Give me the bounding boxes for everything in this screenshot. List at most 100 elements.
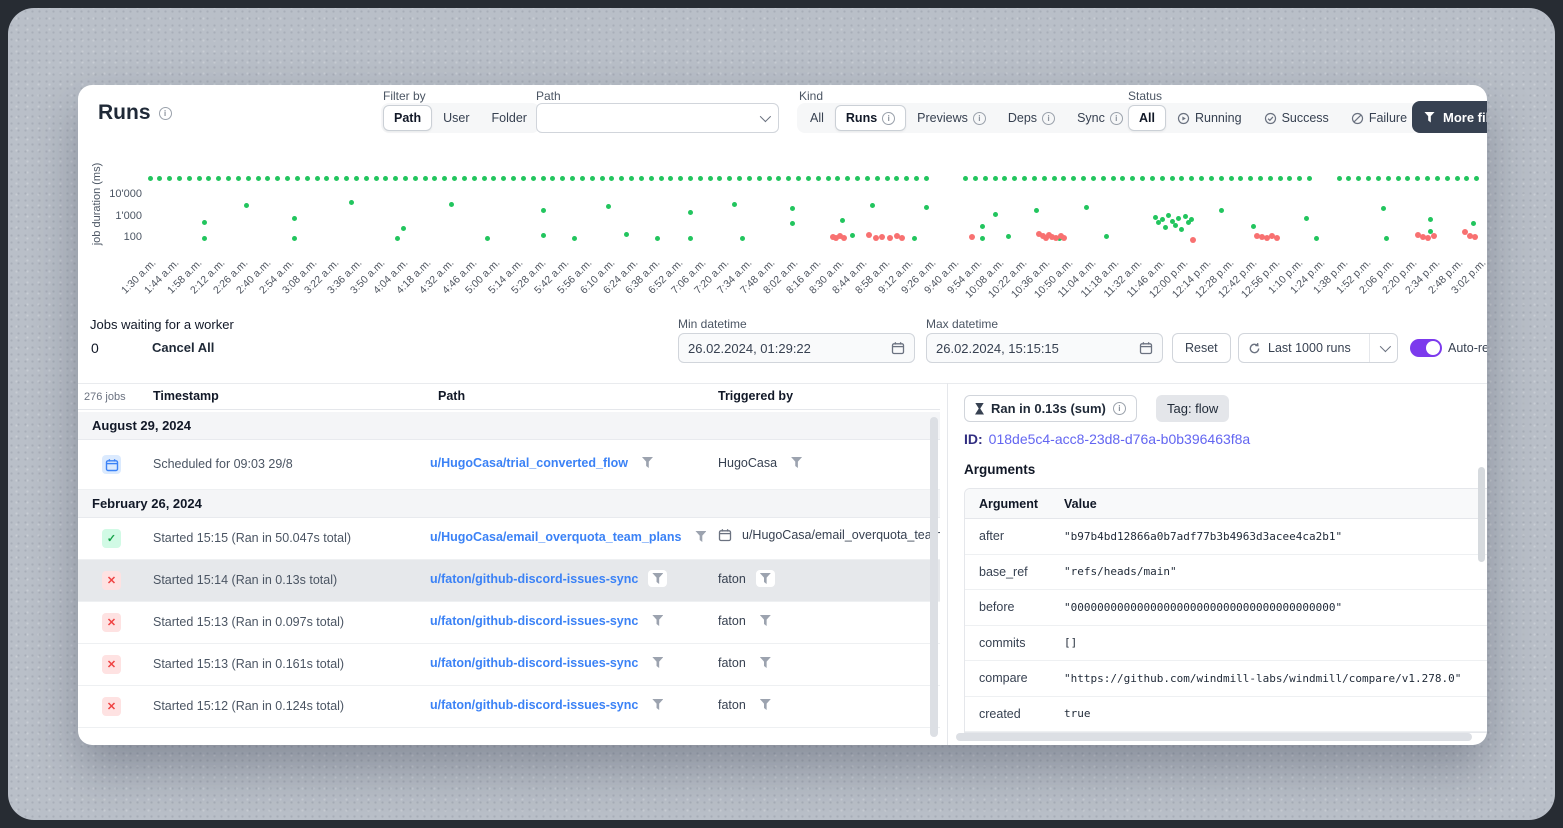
run-dot-success[interactable] <box>757 176 762 181</box>
run-dot-success[interactable] <box>449 202 454 207</box>
run-dot-success[interactable] <box>1386 176 1391 181</box>
run-dot-success[interactable] <box>1435 176 1440 181</box>
run-dot-success[interactable] <box>1219 176 1224 181</box>
run-dot-success[interactable] <box>1251 224 1256 229</box>
run-dot-success[interactable] <box>870 203 875 208</box>
run-dot-success[interactable] <box>649 176 654 181</box>
run-dot-success[interactable] <box>364 176 369 181</box>
triggered-by-filter-button[interactable] <box>756 570 775 587</box>
run-dot-success[interactable] <box>1101 176 1106 181</box>
run-dot-success[interactable] <box>786 176 791 181</box>
run-dot-success[interactable] <box>1183 214 1188 219</box>
run-dot-success[interactable] <box>767 176 772 181</box>
run-dot-success[interactable] <box>717 176 722 181</box>
run-dot-success[interactable] <box>1396 176 1401 181</box>
triggered-by-filter-button[interactable] <box>756 654 775 671</box>
run-dot-failure[interactable] <box>1274 235 1280 241</box>
run-dot-success[interactable] <box>413 176 418 181</box>
run-dot-success[interactable] <box>572 236 577 241</box>
run-dot-success[interactable] <box>1445 176 1450 181</box>
run-dot-failure[interactable] <box>1425 235 1431 241</box>
run-dot-success[interactable] <box>202 220 207 225</box>
run-dot-success[interactable] <box>796 176 801 181</box>
run-dot-success[interactable] <box>1042 176 1047 181</box>
run-dot-success[interactable] <box>1160 176 1165 181</box>
filter-by-folder[interactable]: Folder <box>481 105 538 131</box>
run-dot-success[interactable] <box>1163 225 1168 230</box>
kind-runs[interactable]: Runs <box>835 105 906 131</box>
run-dot-success[interactable] <box>482 176 487 181</box>
info-icon[interactable] <box>1042 112 1055 125</box>
run-dot-success[interactable] <box>924 205 929 210</box>
run-dot-success[interactable] <box>600 176 605 181</box>
run-dot-success[interactable] <box>423 176 428 181</box>
kind-all[interactable]: All <box>799 105 835 131</box>
path-filter-button[interactable] <box>691 528 710 545</box>
run-dot-success[interactable] <box>875 176 880 181</box>
run-dot-success[interactable] <box>790 206 795 211</box>
run-dot-failure[interactable] <box>1190 237 1196 243</box>
run-dot-success[interactable] <box>541 176 546 181</box>
run-dot-success[interactable] <box>197 176 202 181</box>
path-link[interactable]: u/faton/github-discord-issues-sync <box>430 572 638 586</box>
run-dot-failure[interactable] <box>841 235 847 241</box>
run-dot-failure[interactable] <box>879 234 885 240</box>
info-icon[interactable] <box>882 112 895 125</box>
run-dot-success[interactable] <box>590 176 595 181</box>
run-dot-success[interactable] <box>1176 216 1181 221</box>
run-dot-success[interactable] <box>885 176 890 181</box>
path-filter-button[interactable] <box>648 570 667 587</box>
title-info-icon[interactable] <box>159 107 172 120</box>
run-dot-success[interactable] <box>1304 216 1309 221</box>
triggered-by-filter-button[interactable] <box>756 612 775 629</box>
run-dot-success[interactable] <box>1179 227 1184 232</box>
run-dot-success[interactable] <box>541 208 546 213</box>
run-dot-failure[interactable] <box>873 235 879 241</box>
run-dot-success[interactable] <box>1287 176 1292 181</box>
run-dot-success[interactable] <box>292 216 297 221</box>
run-dot-success[interactable] <box>1258 176 1263 181</box>
path-filter-button[interactable] <box>638 454 657 471</box>
run-dot-success[interactable] <box>708 176 713 181</box>
run-dot-success[interactable] <box>275 176 280 181</box>
run-dot-success[interactable] <box>1337 176 1342 181</box>
run-dot-success[interactable] <box>790 221 795 226</box>
status-running[interactable]: Running <box>1166 105 1253 131</box>
run-dot-success[interactable] <box>432 176 437 181</box>
run-dot-success[interactable] <box>655 236 660 241</box>
run-dot-success[interactable] <box>1356 176 1361 181</box>
run-dot-success[interactable] <box>1061 176 1066 181</box>
run-dot-success[interactable] <box>1034 208 1039 213</box>
run-dot-success[interactable] <box>1471 221 1476 226</box>
run-dot-success[interactable] <box>1032 176 1037 181</box>
run-dot-success[interactable] <box>206 176 211 181</box>
run-dot-success[interactable] <box>1297 176 1302 181</box>
run-dot-success[interactable] <box>732 202 737 207</box>
run-dot-success[interactable] <box>462 176 467 181</box>
run-dot-success[interactable] <box>157 176 162 181</box>
run-dot-success[interactable] <box>624 232 629 237</box>
run-dot-failure[interactable] <box>1472 234 1478 240</box>
kind-sync[interactable]: Sync <box>1066 105 1134 131</box>
run-dot-success[interactable] <box>1130 176 1135 181</box>
info-icon[interactable] <box>1110 112 1123 125</box>
filter-by-user[interactable]: User <box>432 105 480 131</box>
table-row[interactable]: ✓ Started 15:15 (Ran in 50.047s total) u… <box>78 518 940 560</box>
run-dot-success[interactable] <box>826 176 831 181</box>
run-dot-success[interactable] <box>912 236 917 241</box>
more-filters-button[interactable]: More filters <box>1412 101 1487 133</box>
run-dot-success[interactable] <box>285 176 290 181</box>
run-dot-success[interactable] <box>521 176 526 181</box>
min-datetime-input[interactable]: 26.02.2024, 01:29:22 <box>678 333 915 363</box>
status-success[interactable]: Success <box>1253 105 1340 131</box>
run-dot-success[interactable] <box>1209 176 1214 181</box>
run-dot-success[interactable] <box>740 236 745 241</box>
run-dot-success[interactable] <box>374 176 379 181</box>
path-link[interactable]: u/faton/github-discord-issues-sync <box>430 614 638 628</box>
run-dot-success[interactable] <box>550 176 555 181</box>
run-dot-success[interactable] <box>334 176 339 181</box>
run-dot-success[interactable] <box>1111 176 1116 181</box>
run-dot-success[interactable] <box>816 176 821 181</box>
run-dot-success[interactable] <box>226 176 231 181</box>
run-dot-success[interactable] <box>688 210 693 215</box>
